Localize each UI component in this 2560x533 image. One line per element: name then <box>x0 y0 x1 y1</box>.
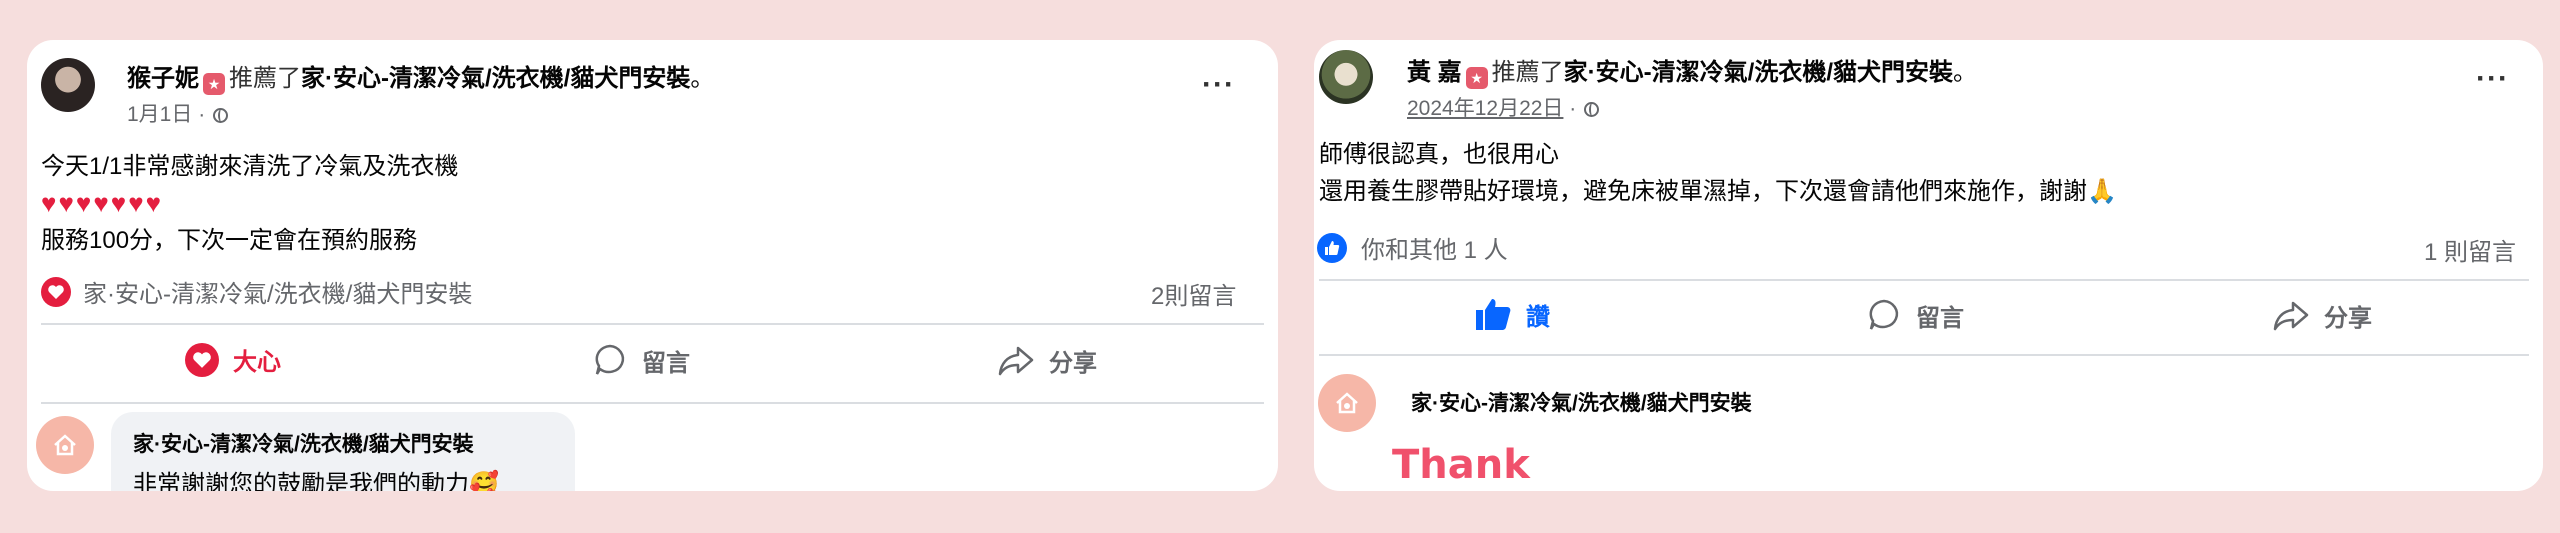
post-header: 黃 嘉 ★ 推薦了家·安心-清潔冷氣/洗衣機/貓犬門安裝。 <box>1407 52 1977 89</box>
date-text[interactable]: 1月1日 <box>127 103 192 126</box>
comment-button[interactable]: 留言 <box>1866 297 1964 333</box>
comment-icon <box>595 344 625 375</box>
share-icon <box>2273 301 2309 331</box>
like-button[interactable]: 讚 <box>1474 296 1550 332</box>
post-date[interactable]: 2024年12月22日 · <box>1407 92 1600 122</box>
globe-icon <box>1584 102 1600 117</box>
comment-label: 留言 <box>1916 304 1964 332</box>
comment-bubble: 家·安心-清潔冷氣/洗衣機/貓犬門安裝 非常謝謝您的鼓勵是我們的動力🥰 <box>111 412 575 491</box>
post-body: 師傅很認真，也很用心 還用養生膠帶貼好環境，避免床被單濕掉，下次還會請他們來施作… <box>1319 136 2117 210</box>
page-tag[interactable]: 家·安心-清潔冷氣/洗衣機/貓犬門安裝 <box>41 274 472 309</box>
divider <box>41 402 1264 404</box>
author-avatar[interactable] <box>1319 50 1373 104</box>
comment-button[interactable]: 留言 <box>592 342 690 378</box>
heart-circle-icon <box>41 276 71 307</box>
date-text[interactable]: 2024年12月22日 <box>1407 97 1563 120</box>
share-label: 分享 <box>2324 304 2372 332</box>
post-line-hearts: ♥♥♥♥♥♥♥ <box>41 188 164 218</box>
share-label: 分享 <box>1049 349 1097 377</box>
share-icon <box>998 346 1034 376</box>
comments-count[interactable]: 2則留言 <box>1151 276 1236 311</box>
page-avatar[interactable] <box>1318 374 1376 432</box>
recommend-badge-icon: ★ <box>1465 67 1488 89</box>
reactions-summary[interactable]: 你和其他 1 人 <box>1317 230 1508 265</box>
post-line: 師傅很認真，也很用心 <box>1319 141 1559 168</box>
more-options-icon[interactable]: ··· <box>2476 62 2509 96</box>
more-options-icon[interactable]: ··· <box>1202 68 1235 102</box>
like-icon <box>1476 299 1511 330</box>
review-card-1: 猴子妮 ★ 推薦了家·安心-清潔冷氣/洗衣機/貓犬門安裝。 1月1日 · ··· 今… <box>27 40 1278 491</box>
comment-icon <box>1869 299 1899 330</box>
love-label: 大心 <box>233 349 281 376</box>
review-card-2: 黃 嘉 ★ 推薦了家·安心-清潔冷氣/洗衣機/貓犬門安裝。 2024年12月22日 … <box>1314 40 2543 491</box>
page-avatar[interactable] <box>36 416 94 474</box>
date-dot: · <box>1569 97 1577 120</box>
like-circle-icon <box>1317 232 1347 263</box>
thank-sticker: Thank <box>1392 442 1530 488</box>
love-icon <box>185 342 219 377</box>
divider <box>41 323 1264 325</box>
post-header: 猴子妮 ★ 推薦了家·安心-清潔冷氣/洗衣機/貓犬門安裝。 <box>127 58 714 95</box>
like-label: 讚 <box>1526 303 1550 331</box>
house-icon <box>54 434 76 456</box>
recommend-verb: 推薦了 <box>229 65 301 92</box>
comments-count[interactable]: 1 則留言 <box>2424 232 2516 267</box>
post-line: 今天1/1非常感謝來清洗了冷氣及洗衣機 <box>41 153 459 180</box>
page-tag-text[interactable]: 家·安心-清潔冷氣/洗衣機/貓犬門安裝 <box>83 274 472 309</box>
header-period: 。 <box>1953 59 1977 86</box>
author-avatar[interactable] <box>41 58 95 112</box>
comment-author[interactable]: 家·安心-清潔冷氣/洗衣機/貓犬門安裝 <box>133 428 474 458</box>
recommend-badge-icon: ★ <box>203 73 225 95</box>
love-button[interactable]: 大心 <box>185 342 281 377</box>
author-name[interactable]: 猴子妮 <box>127 65 199 92</box>
globe-icon <box>213 108 229 123</box>
divider <box>1319 279 2529 281</box>
post-body: 今天1/1非常感謝來清洗了冷氣及洗衣機 ♥♥♥♥♥♥♥ 服務100分，下次一定會… <box>41 148 458 259</box>
post-date[interactable]: 1月1日 · <box>127 98 229 128</box>
page-link[interactable]: 家·安心-清潔冷氣/洗衣機/貓犬門安裝 <box>301 65 690 92</box>
comment-text: 非常謝謝您的鼓勵是我們的動力🥰 <box>133 471 499 491</box>
comment-label: 留言 <box>642 349 690 377</box>
share-button[interactable]: 分享 <box>997 342 1097 378</box>
post-line: 服務100分，下次一定會在預約服務 <box>41 227 418 254</box>
post-line: 還用養生膠帶貼好環境，避免床被單濕掉，下次還會請他們來施作，謝謝🙏 <box>1319 178 2117 205</box>
author-name[interactable]: 黃 嘉 <box>1407 59 1462 86</box>
reactions-text[interactable]: 你和其他 1 人 <box>1361 230 1508 265</box>
divider <box>1319 354 2529 356</box>
recommend-verb: 推薦了 <box>1491 59 1564 86</box>
header-period: 。 <box>690 65 715 92</box>
date-dot: · <box>198 103 206 126</box>
house-icon <box>1336 392 1358 414</box>
share-button[interactable]: 分享 <box>2272 297 2372 333</box>
page-link[interactable]: 家·安心-清潔冷氣/洗衣機/貓犬門安裝 <box>1564 59 1953 86</box>
comment-author[interactable]: 家·安心-清潔冷氣/洗衣機/貓犬門安裝 <box>1411 387 1752 417</box>
